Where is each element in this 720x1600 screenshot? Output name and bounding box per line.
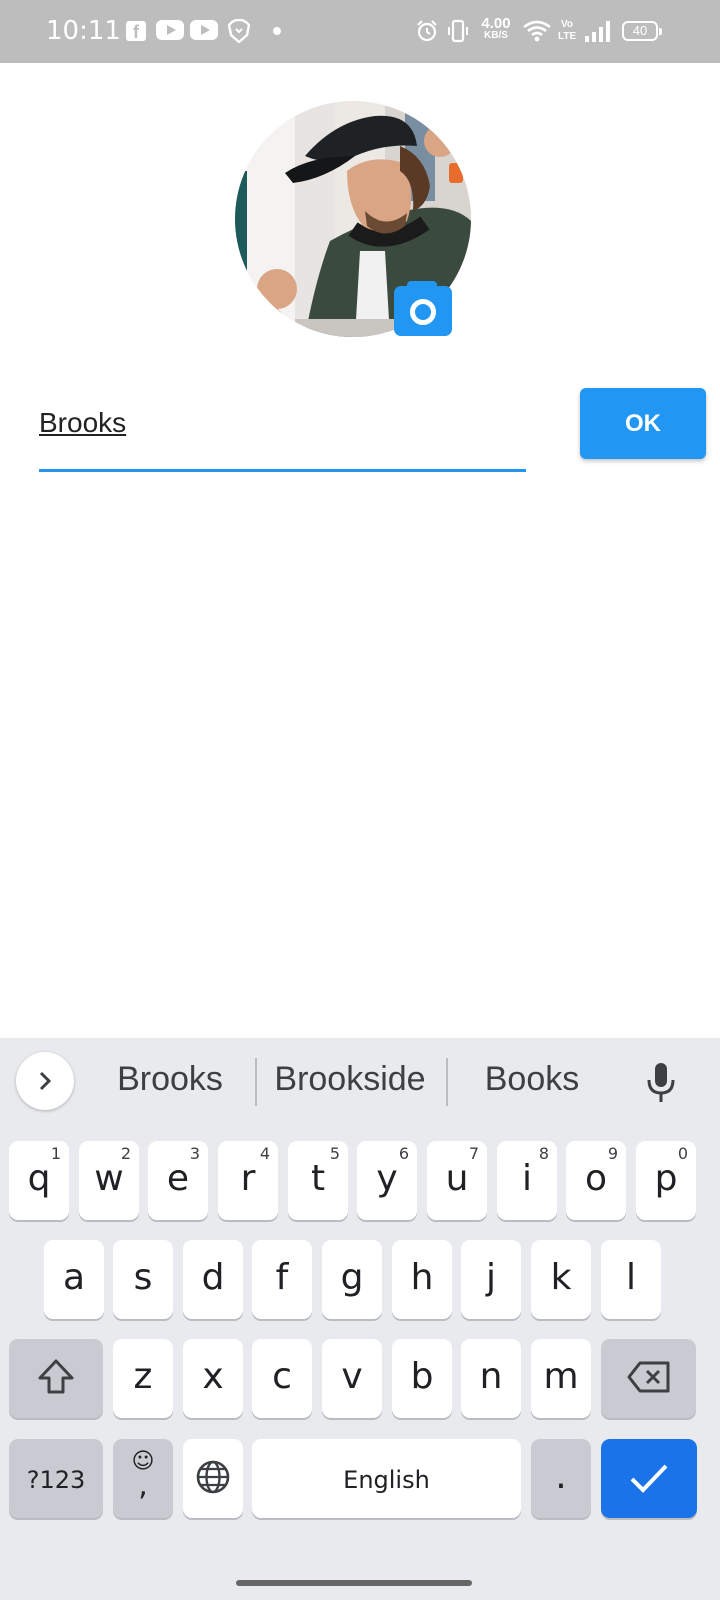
key-hint: 1 [50,1144,61,1163]
key-s[interactable]: s [113,1240,173,1319]
youtube-icon [156,20,184,40]
key-p[interactable]: p0 [636,1141,696,1220]
key-v[interactable]: v [322,1339,382,1418]
key-hint: 4 [259,1144,270,1163]
emoji-comma-key[interactable]: ☺ , [113,1439,173,1518]
name-input[interactable] [39,396,526,472]
camera-icon [410,299,436,325]
key-f[interactable]: f [252,1240,312,1319]
key-c[interactable]: c [252,1339,312,1418]
suggestion-divider [255,1058,257,1106]
key-a[interactable]: a [44,1240,104,1319]
key-b[interactable]: b [392,1339,452,1418]
microphone-icon[interactable] [646,1062,676,1104]
comma-label: , [138,1468,148,1503]
key-d[interactable]: d [183,1240,243,1319]
change-photo-button[interactable] [394,281,452,336]
key-label: i [521,1158,532,1199]
signal-icon [585,21,610,42]
status-time: 10:11 [46,16,121,46]
network-speed-value: 4.00 [481,15,511,32]
vibrate-icon [448,19,468,43]
key-label: q [27,1158,51,1199]
key-label: o [584,1158,608,1199]
key-r[interactable]: r4 [218,1141,278,1220]
youtube-icon [190,20,218,40]
key-x[interactable]: x [183,1339,243,1418]
key-label: u [445,1158,469,1199]
key-label: w [94,1158,124,1199]
camera-icon-top [407,281,437,289]
chevron-right-icon [39,1071,52,1091]
key-hint: 8 [538,1144,549,1163]
key-l[interactable]: l [601,1240,661,1319]
key-q[interactable]: q1 [9,1141,69,1220]
volte-line1: Vo [560,19,574,30]
keyboard-toolbar-toggle[interactable] [16,1052,74,1110]
backspace-icon [627,1361,669,1393]
key-label: t [310,1158,326,1199]
checkmark-icon [630,1464,668,1493]
space-key[interactable]: English [252,1439,521,1518]
enter-key[interactable] [601,1439,697,1518]
language-key[interactable] [183,1439,243,1518]
key-hint: 0 [677,1144,688,1163]
key-hint: 9 [607,1144,618,1163]
symbols-label: ?123 [26,1466,86,1494]
key-y[interactable]: y6 [357,1141,417,1220]
space-label: English [343,1466,430,1494]
shift-icon [38,1359,74,1394]
key-hint: 2 [120,1144,131,1163]
network-speed-unit: KB/S [484,30,508,41]
key-hint: 6 [398,1144,409,1163]
volte-line2: LTE [558,31,577,42]
network-speed: 4.00 KB/S [478,16,514,41]
key-t[interactable]: t5 [288,1141,348,1220]
key-j[interactable]: j [461,1240,521,1319]
globe-icon [196,1460,230,1494]
key-label: y [376,1158,398,1199]
volte-icon: Vo LTE [558,19,576,43]
key-h[interactable]: h [392,1240,452,1319]
key-label: r [240,1158,256,1199]
key-hint: 3 [189,1144,200,1163]
suggestion-1[interactable]: Brooks [92,1060,248,1099]
status-bar: 10:11 f 4.00 KB/S Vo LTE 40 [0,0,720,63]
suggestion-3[interactable]: Books [452,1060,612,1099]
alarm-icon [417,20,437,42]
key-label: p [654,1158,678,1199]
shift-key[interactable] [9,1339,103,1418]
backspace-key[interactable] [601,1339,696,1418]
period-key[interactable]: . [531,1439,591,1518]
key-k[interactable]: k [531,1240,591,1319]
suggestion-divider [446,1058,448,1106]
key-o[interactable]: o9 [566,1141,626,1220]
wifi-icon [523,20,551,42]
key-hint: 5 [329,1144,340,1163]
battery-icon: 40 [622,21,662,41]
dot-icon [273,27,281,35]
key-i[interactable]: i8 [497,1141,557,1220]
ok-button[interactable]: OK [580,388,706,459]
facebook-icon: f [126,21,146,42]
key-u[interactable]: u7 [427,1141,487,1220]
key-n[interactable]: n [461,1339,521,1418]
brave-icon [228,19,250,43]
suggestion-2[interactable]: Brookside [262,1060,438,1099]
navigation-handle[interactable] [236,1580,472,1586]
key-z[interactable]: z [113,1339,173,1418]
key-g[interactable]: g [322,1240,382,1319]
key-label: e [166,1158,190,1199]
soft-keyboard: Brooks Brookside Books q1 w2 e3 r4 t5 y6… [0,1038,720,1600]
key-w[interactable]: w2 [79,1141,139,1220]
symbols-key[interactable]: ?123 [9,1439,103,1518]
key-hint: 7 [468,1144,479,1163]
key-e[interactable]: e3 [148,1141,208,1220]
key-m[interactable]: m [531,1339,591,1418]
